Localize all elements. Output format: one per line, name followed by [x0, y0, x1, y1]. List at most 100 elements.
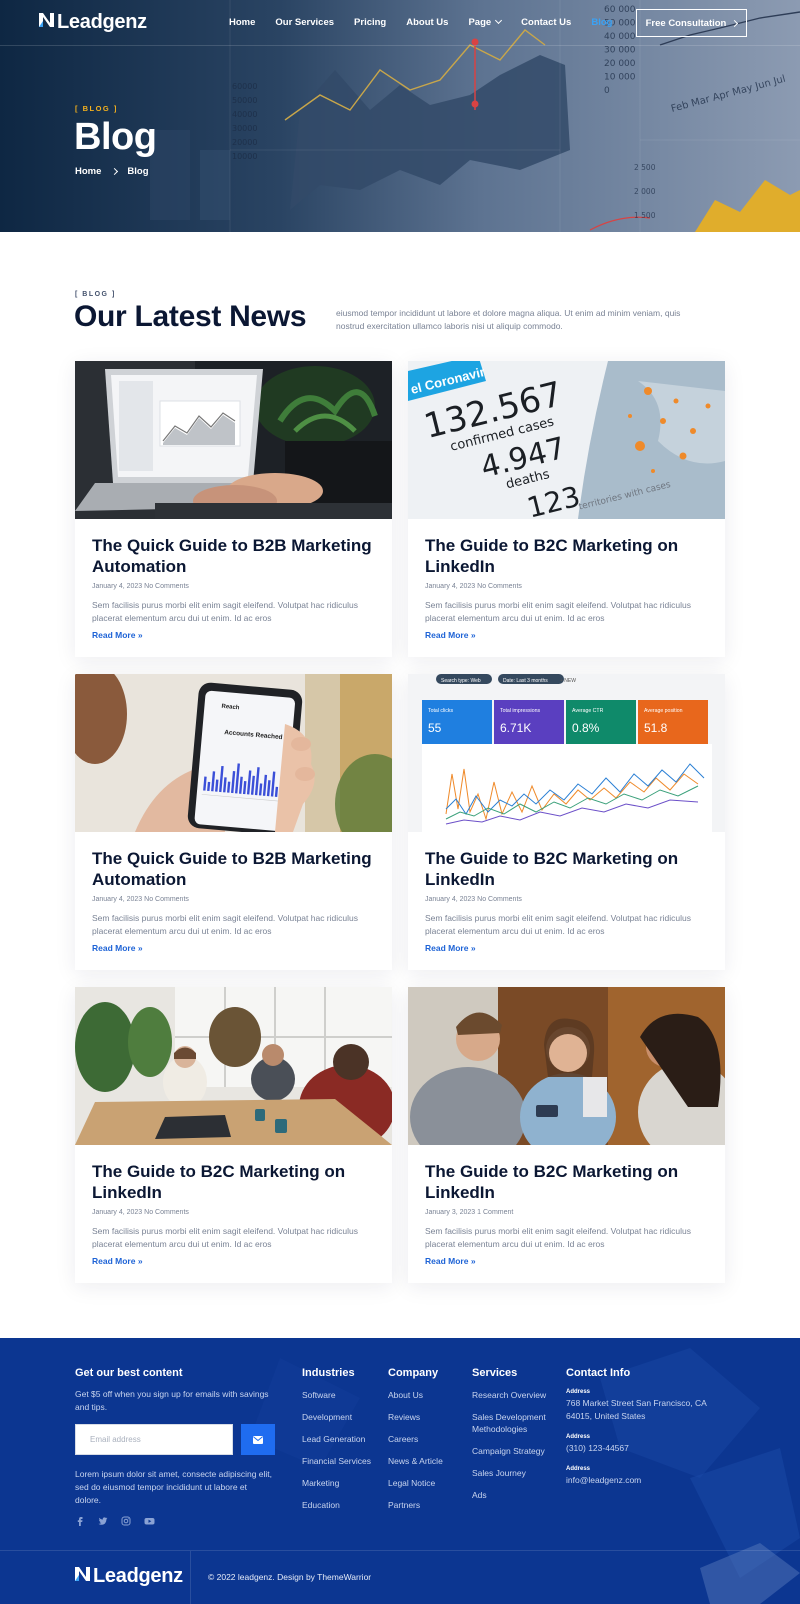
coronavirus-stats-photo[interactable]: el Coronavir 132.567 confirmed cases 4.9… [408, 361, 725, 519]
blog-card[interactable]: The Guide to B2C Marketing on LinkedIn J… [75, 987, 392, 1283]
breadcrumb-home[interactable]: Home [75, 166, 101, 177]
card-title[interactable]: The Guide to B2C Marketing on LinkedIn [425, 1161, 715, 1203]
card-comments[interactable]: 1 Comment [477, 1209, 513, 1216]
nav-our-services[interactable]: Our Services [275, 17, 334, 28]
card-excerpt: Sem facilisis purus morbi elit enim sagi… [425, 913, 691, 936]
footer-link[interactable]: Partners [388, 1499, 443, 1511]
metric-tile-label: Average CTR [572, 708, 604, 714]
footer-link[interactable]: Ads [472, 1489, 554, 1501]
hero-chart-tick: 50000 [232, 96, 257, 105]
nav-page[interactable]: Page [468, 16, 503, 28]
footer-link[interactable]: Lead Generation [302, 1433, 371, 1445]
hero-chart-tick: 10 000 [604, 73, 636, 83]
card-date[interactable]: January 4, 2023 [425, 583, 475, 590]
copyright-text: © 2022 leadgenz. Design by ThemeWarrior [208, 1572, 372, 1582]
nav-blog[interactable]: Blog [591, 17, 612, 28]
card-comments[interactable]: No Comments [144, 583, 189, 590]
search-console-photo[interactable]: Search type: Web Date: Last 3 months + N… [408, 674, 725, 832]
twitter-icon[interactable] [98, 1513, 110, 1525]
footer-link[interactable]: Research Overview [472, 1389, 554, 1401]
blog-card[interactable]: el Coronavir 132.567 confirmed cases 4.9… [408, 361, 725, 657]
email-input[interactable]: Email address [75, 1424, 233, 1455]
blog-card[interactable]: The Guide to B2C Marketing on LinkedIn J… [408, 987, 725, 1283]
read-more-link[interactable]: Read More » [425, 1256, 476, 1266]
read-more-link[interactable]: Read More » [425, 630, 476, 640]
footer-link[interactable]: Financial Services [302, 1455, 371, 1467]
image-chip-2: Date: Last 3 months [503, 678, 548, 684]
card-excerpt: Sem facilisis purus morbi elit enim sagi… [92, 1226, 358, 1249]
nav-page-label: Page [468, 17, 492, 28]
brand-logo[interactable]: Leadgenz [38, 11, 147, 34]
card-date[interactable]: January 3, 2023 [425, 1209, 475, 1216]
footer-link[interactable]: Reviews [388, 1411, 443, 1423]
blog-card[interactable]: Search type: Web Date: Last 3 months + N… [408, 674, 725, 970]
footer-column-heading: Services [472, 1367, 518, 1379]
nav-home[interactable]: Home [229, 17, 255, 28]
footer-link[interactable]: About Us [388, 1389, 443, 1401]
instagram-icon[interactable] [121, 1513, 133, 1526]
meeting-table-photo[interactable] [75, 987, 392, 1145]
card-title[interactable]: The Quick Guide to B2B Marketing Automat… [92, 848, 382, 890]
free-consultation-button[interactable]: Free Consultation [636, 9, 747, 37]
footer-link[interactable]: Software [302, 1389, 371, 1401]
card-title[interactable]: The Guide to B2C Marketing on LinkedIn [92, 1161, 382, 1203]
brand-name: Leadgenz [57, 11, 147, 33]
phone-reach-photo[interactable]: Reach Accounts Reached [75, 674, 392, 832]
card-date[interactable]: January 4, 2023 [425, 896, 475, 903]
card-meta: January 4, 2023 No Comments [92, 583, 189, 590]
subscribe-button[interactable] [241, 1424, 275, 1455]
footer-link[interactable]: Sales Development Methodologies [472, 1411, 554, 1435]
card-date[interactable]: January 4, 2023 [92, 583, 142, 590]
card-comments[interactable]: No Comments [144, 896, 189, 903]
footer-link[interactable]: Campaign Strategy [472, 1445, 554, 1457]
youtube-icon[interactable] [144, 1513, 156, 1525]
newsletter-text: Get $5 off when you sign up for emails w… [75, 1389, 269, 1412]
footer-link[interactable]: Marketing [302, 1477, 371, 1489]
card-excerpt: Sem facilisis purus morbi elit enim sagi… [425, 600, 691, 623]
footer-vertical-divider [190, 1551, 191, 1604]
card-date[interactable]: January 4, 2023 [92, 1209, 142, 1216]
card-title[interactable]: The Quick Guide to B2B Marketing Automat… [92, 535, 382, 577]
address-label: Address [566, 1389, 591, 1395]
nav-contact-us[interactable]: Contact Us [521, 17, 571, 28]
footer-link[interactable]: News & Article [388, 1455, 443, 1467]
card-comments[interactable]: No Comments [477, 896, 522, 903]
blog-card[interactable]: The Quick Guide to B2B Marketing Automat… [75, 361, 392, 657]
card-comments[interactable]: No Comments [477, 583, 522, 590]
footer-link[interactable]: Sales Journey [472, 1467, 554, 1479]
blog-card[interactable]: Reach Accounts Reached The Quick Guide t… [75, 674, 392, 970]
hero-banner: 60000 50000 40000 30000 20000 10000 60 000 50 … [0, 0, 800, 232]
footer-link[interactable]: Education [302, 1499, 371, 1511]
read-more-link[interactable]: Read More » [92, 943, 143, 953]
footer-link[interactable]: Development [302, 1411, 371, 1423]
phone-label: Address [566, 1434, 591, 1440]
phone-value[interactable]: (310) 123-44567 [566, 1442, 629, 1455]
facebook-icon[interactable] [75, 1513, 87, 1526]
footer-link[interactable]: Legal Notice [388, 1477, 443, 1489]
friends-smiling-photo[interactable] [408, 987, 725, 1145]
breadcrumb: Home Blog [75, 166, 149, 177]
card-meta: January 4, 2023 No Comments [425, 896, 522, 903]
section-description: eiusmod tempor incididunt ut labore et d… [336, 308, 681, 331]
read-more-link[interactable]: Read More » [92, 1256, 143, 1266]
card-title[interactable]: The Guide to B2C Marketing on LinkedIn [425, 535, 715, 577]
footer-brand-logo[interactable]: Leadgenz [74, 1565, 183, 1588]
card-title[interactable]: The Guide to B2C Marketing on LinkedIn [425, 848, 715, 890]
read-more-link[interactable]: Read More » [425, 943, 476, 953]
nav-pricing[interactable]: Pricing [354, 17, 386, 28]
hero-chart-tick: 0 [604, 86, 610, 96]
card-comments[interactable]: No Comments [144, 1209, 189, 1216]
footer-link[interactable]: Careers [388, 1433, 443, 1445]
image-chip-new: + NEW [560, 678, 576, 684]
email-value[interactable]: info@leadgenz.com [566, 1474, 641, 1487]
read-more-link[interactable]: Read More » [92, 630, 143, 640]
laptop-analytics-photo[interactable] [75, 361, 392, 519]
breadcrumb-current: Blog [127, 166, 149, 177]
card-date[interactable]: January 4, 2023 [92, 896, 142, 903]
footer-links-company: About Us Reviews Careers News & Article … [388, 1389, 443, 1511]
card-meta: January 4, 2023 No Comments [92, 896, 189, 903]
nav-about-us[interactable]: About Us [406, 17, 448, 28]
top-navigation: Leadgenz Home Our Services Pricing About… [0, 0, 800, 46]
card-excerpt: Sem facilisis purus morbi elit enim sagi… [92, 913, 358, 936]
chevron-right-icon [111, 167, 119, 176]
